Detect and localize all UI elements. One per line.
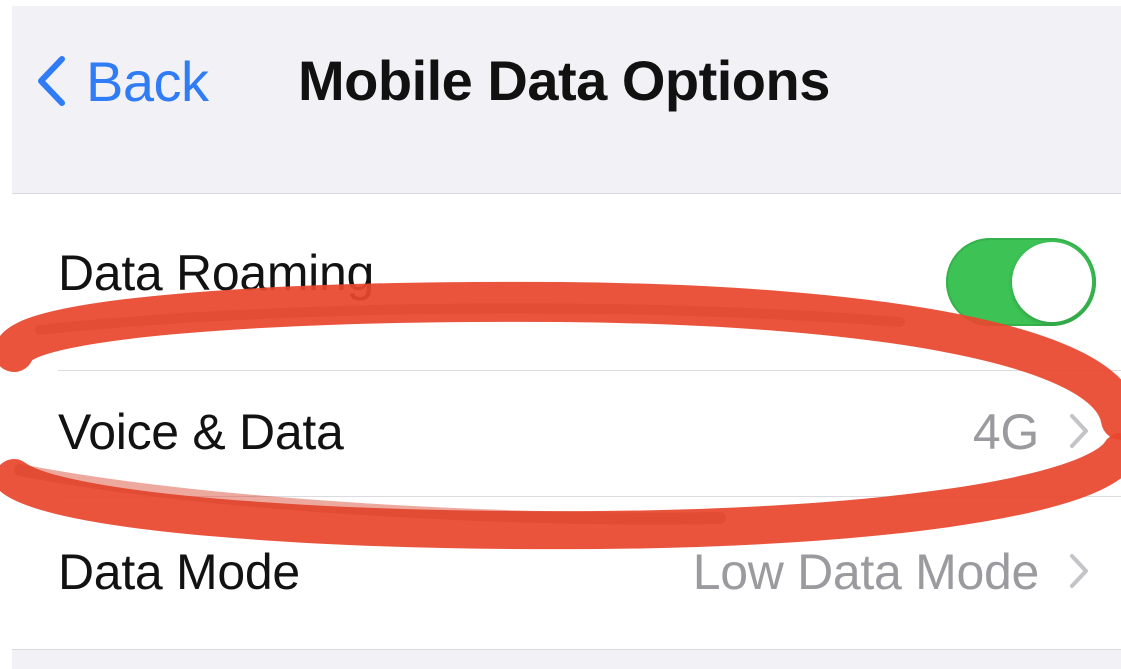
- voice-and-data-label: Voice & Data: [58, 404, 344, 460]
- settings-group: Data Roaming Voice & Data 4G Data Mode L…: [12, 193, 1121, 650]
- chevron-left-icon: [36, 55, 66, 107]
- mobile-data-options-screen: Back Mobile Data Options Data Roaming Vo…: [12, 6, 1121, 669]
- data-roaming-label: Data Roaming: [58, 245, 375, 301]
- chevron-right-icon: [1069, 413, 1089, 454]
- data-mode-label: Data Mode: [58, 544, 300, 600]
- data-roaming-row: Data Roaming: [12, 194, 1121, 370]
- data-mode-row[interactable]: Data Mode Low Data Mode: [12, 497, 1121, 648]
- back-button[interactable]: Back: [36, 46, 209, 116]
- data-mode-value: Low Data Mode: [692, 544, 1040, 600]
- chevron-right-icon: [1069, 553, 1089, 594]
- back-label: Back: [86, 49, 209, 113]
- toggle-knob: [1012, 242, 1092, 322]
- navigation-bar: Back Mobile Data Options: [12, 6, 1121, 193]
- voice-and-data-row[interactable]: Voice & Data 4G: [12, 371, 1121, 496]
- data-roaming-toggle[interactable]: [946, 238, 1096, 326]
- page-title: Mobile Data Options: [298, 49, 830, 112]
- voice-and-data-value: 4G: [972, 404, 1039, 460]
